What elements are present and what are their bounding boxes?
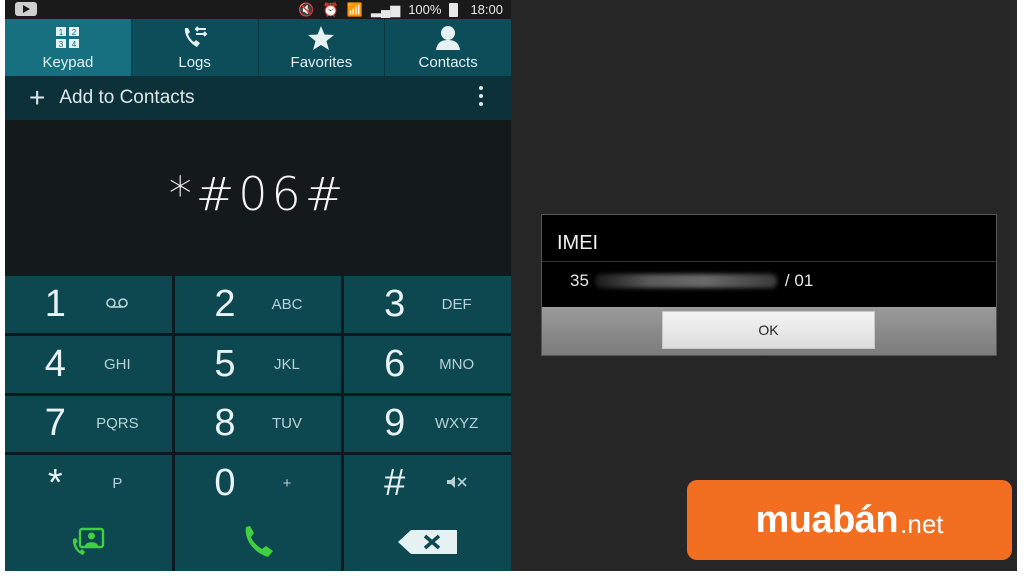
backspace-button[interactable] <box>344 512 511 571</box>
key-4[interactable]: 4 GHI <box>5 335 172 393</box>
key-star[interactable]: * P <box>5 455 172 512</box>
key-letters: DEF <box>441 295 472 313</box>
add-to-contacts-button[interactable]: + Add to Contacts <box>29 84 195 112</box>
key-digit: 9 <box>384 402 406 445</box>
mute-icon <box>427 475 487 493</box>
wifi-icon: 📶 <box>346 1 363 17</box>
dialog-divider <box>542 261 996 262</box>
tab-logs-label: Logs <box>178 54 211 71</box>
key-digit: 6 <box>384 342 406 385</box>
key-7[interactable]: 7 PQRS <box>5 395 172 453</box>
key-letters: PQRS <box>96 415 139 433</box>
video-call-icon <box>73 527 105 555</box>
key-1[interactable]: 1 <box>5 276 172 333</box>
key-digit: 8 <box>214 402 236 445</box>
key-letters: WXYZ <box>434 415 479 433</box>
key-letters: GHI <box>103 355 131 373</box>
watermark-text: muabán <box>755 498 899 541</box>
call-action-row <box>5 512 511 571</box>
action-bar: + Add to Contacts <box>5 76 511 120</box>
keypad-grid: 1 2 ABC 3 DEF 4 GHI 5 JKL 6 MNO 7 PQRS 8… <box>5 276 511 512</box>
key-digit: 7 <box>44 402 66 445</box>
key-8[interactable]: 8 TUV <box>174 395 342 453</box>
voicemail-icon <box>87 296 147 313</box>
key-letters: MNO <box>439 355 475 373</box>
key-digit: 2 <box>214 282 236 325</box>
imei-dialog: IMEI 35 / 01 OK <box>541 214 997 356</box>
key-digit: 5 <box>214 342 236 385</box>
tab-contacts[interactable]: Contacts <box>385 19 511 76</box>
call-button[interactable] <box>174 512 342 571</box>
key-letters: TUV <box>271 415 302 433</box>
plus-icon: + <box>29 82 46 113</box>
key-letters: + <box>282 475 292 493</box>
muaban-logo-watermark: muabán .net <box>687 480 1012 560</box>
key-hash[interactable]: # <box>344 455 511 512</box>
svg-text:4: 4 <box>72 40 77 49</box>
dialed-number-display: *#06# <box>5 120 511 276</box>
svg-text:1: 1 <box>59 28 64 37</box>
alarm-icon: ⏰ <box>322 1 339 17</box>
key-letters: JKL <box>274 355 300 373</box>
person-icon <box>436 26 461 50</box>
tab-keypad-label: Keypad <box>42 54 94 71</box>
star-icon <box>308 26 335 50</box>
imei-prefix: 35 <box>570 271 589 290</box>
key-digit: 0 <box>214 462 236 505</box>
tab-logs[interactable]: Logs <box>132 19 259 76</box>
imei-blurred-digits <box>594 274 777 288</box>
key-digit: * <box>47 462 63 505</box>
mute-status-icon: 🔇 <box>298 1 315 17</box>
overflow-menu-icon[interactable] <box>479 86 483 106</box>
key-digit: 4 <box>44 342 66 385</box>
tab-keypad[interactable]: 1 2 3 4 Keypad <box>5 19 132 76</box>
key-letters: ABC <box>271 295 303 313</box>
tab-contacts-label: Contacts <box>418 54 478 71</box>
ok-button[interactable]: OK <box>662 311 875 349</box>
key-digit: # <box>384 462 406 505</box>
tab-bar: 1 2 3 4 Keypad Logs Favorites Contacts <box>5 19 511 76</box>
key-letters: P <box>112 475 123 493</box>
key-2[interactable]: 2 ABC <box>174 276 342 333</box>
imei-value: 35 / 01 <box>570 271 813 291</box>
key-digit: 3 <box>384 282 406 325</box>
watermark-suffix: .net <box>900 508 944 539</box>
status-bar: 🔇 ⏰ 📶 ▂▄▆ 100% 18:00 <box>5 0 511 19</box>
call-log-icon <box>184 26 208 47</box>
imei-suffix: / 01 <box>784 271 814 290</box>
dialed-number: *#06# <box>168 167 348 221</box>
svg-text:3: 3 <box>59 40 64 49</box>
status-time: 18:00 <box>470 2 503 17</box>
phone-screen: 🔇 ⏰ 📶 ▂▄▆ 100% 18:00 1 2 3 4 Keypad Logs… <box>5 0 511 571</box>
dialog-footer: OK <box>542 307 996 355</box>
phone-call-icon <box>245 525 273 557</box>
add-to-contacts-label: Add to Contacts <box>59 87 195 108</box>
dialog-title: IMEI <box>557 232 599 254</box>
backspace-icon <box>397 529 457 554</box>
key-9[interactable]: 9 WXYZ <box>344 395 511 453</box>
tab-favorites[interactable]: Favorites <box>259 19 386 76</box>
key-5[interactable]: 5 JKL <box>174 335 342 393</box>
keypad-icon: 1 2 3 4 <box>55 27 79 49</box>
battery-icon <box>449 2 459 17</box>
key-6[interactable]: 6 MNO <box>344 335 511 393</box>
tab-favorites-label: Favorites <box>290 54 353 71</box>
signal-icon: ▂▄▆ <box>370 1 401 17</box>
key-digit: 1 <box>44 282 66 325</box>
battery-percent: 100% <box>408 2 442 17</box>
key-3[interactable]: 3 DEF <box>344 276 511 333</box>
video-call-button[interactable] <box>5 512 172 571</box>
svg-text:2: 2 <box>72 28 77 37</box>
key-0[interactable]: 0 + <box>174 455 342 512</box>
youtube-notification-icon <box>15 2 37 16</box>
